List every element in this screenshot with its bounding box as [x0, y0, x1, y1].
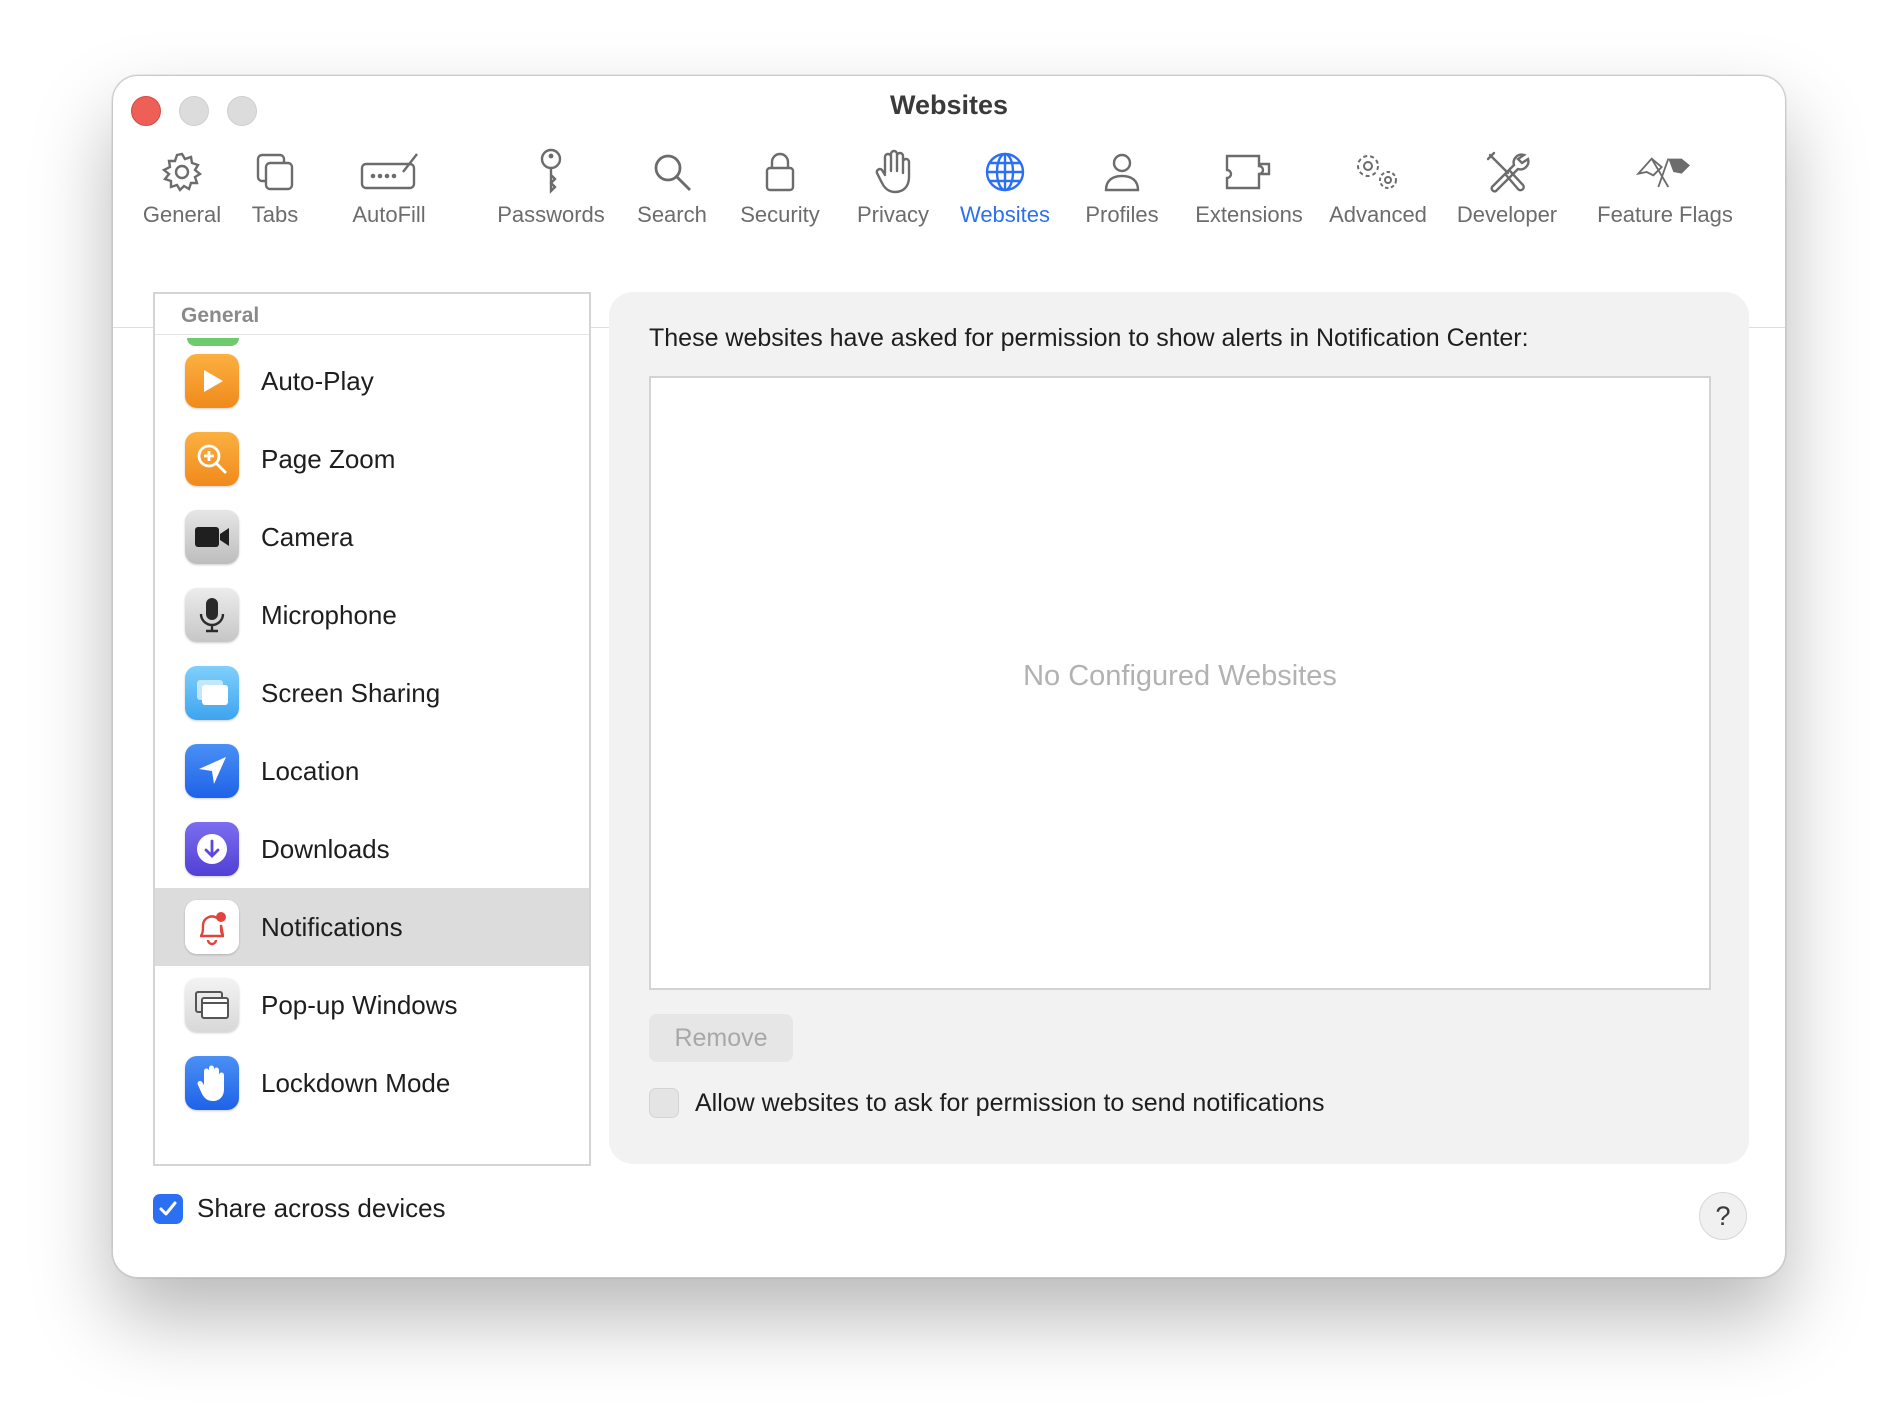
tab-profiles-label: Profiles: [1085, 202, 1159, 227]
tab-general[interactable]: General: [129, 144, 235, 244]
puzzle-icon: [1219, 144, 1279, 200]
tab-general-label: General: [142, 202, 222, 227]
share-across-devices-row[interactable]: Share across devices: [153, 1193, 446, 1224]
help-button[interactable]: ?: [1699, 1192, 1747, 1240]
autofill-icon: [359, 144, 419, 200]
tab-websites-label: Websites: [959, 202, 1051, 227]
tab-search-label: Search: [637, 202, 707, 227]
sidebar-item-label: Lockdown Mode: [261, 1067, 451, 1098]
sidebar-item-label: Screen Sharing: [261, 677, 441, 708]
tab-extensions-label: Extensions: [1195, 202, 1303, 227]
sidebar-item-label: Location: [261, 755, 360, 786]
sidebar-item-auto-play[interactable]: Auto-Play: [155, 342, 589, 420]
configured-websites-list[interactable]: No Configured Websites: [649, 376, 1711, 990]
sidebar-item-label: Downloads: [261, 833, 390, 864]
empty-list-message: No Configured Websites: [1023, 660, 1337, 692]
raised-hand-icon: [185, 1056, 239, 1110]
website-settings-sidebar[interactable]: General Auto-Play Page Zoom Camera Micro…: [153, 292, 591, 1166]
bell-icon: [185, 900, 239, 954]
tab-autofill[interactable]: AutoFill: [341, 144, 437, 244]
gears-icon: [1348, 144, 1408, 200]
key-icon: [521, 144, 581, 200]
tab-profiles[interactable]: Profiles: [1081, 144, 1163, 244]
share-across-devices-checkbox[interactable]: [153, 1193, 183, 1224]
sidebar-list: Auto-Play Page Zoom Camera Microphone Sc…: [155, 342, 589, 1122]
location-arrow-icon: [185, 744, 239, 798]
share-across-devices-label: Share across devices: [197, 1193, 446, 1223]
search-icon: [642, 144, 702, 200]
sidebar-item-microphone[interactable]: Microphone: [155, 576, 589, 654]
sidebar-item-label: Notifications: [261, 911, 403, 942]
sidebar-item-label: Page Zoom: [261, 443, 396, 474]
screen-sharing-icon: [185, 666, 239, 720]
popup-window-icon: [185, 978, 239, 1032]
sidebar-item-pop-up-windows[interactable]: Pop-up Windows: [155, 966, 589, 1044]
tab-advanced-label: Advanced: [1329, 202, 1427, 227]
sidebar-item-lockdown-mode[interactable]: Lockdown Mode: [155, 1044, 589, 1122]
camera-icon: [185, 510, 239, 564]
tab-feature-flags-label: Feature Flags: [1597, 202, 1733, 227]
tab-passwords-label: Passwords: [497, 202, 605, 227]
panel-description: These websites have asked for permission…: [649, 324, 1529, 352]
gear-icon: [152, 144, 212, 200]
tab-tabs[interactable]: Tabs: [239, 144, 311, 244]
tab-websites[interactable]: Websites: [945, 138, 1065, 244]
sidebar-item-label: Pop-up Windows: [261, 989, 458, 1020]
tab-developer-label: Developer: [1456, 202, 1558, 227]
tab-passwords[interactable]: Passwords: [487, 144, 615, 244]
tab-privacy-label: Privacy: [856, 202, 930, 227]
notifications-panel: These websites have asked for permission…: [609, 292, 1749, 1164]
download-icon: [185, 822, 239, 876]
sidebar-item-label: Camera: [261, 521, 354, 552]
tab-tabs-label: Tabs: [251, 202, 299, 227]
sidebar-item-label: Auto-Play: [261, 365, 374, 396]
sidebar-item-camera[interactable]: Camera: [155, 498, 589, 576]
tab-extensions[interactable]: Extensions: [1191, 144, 1307, 244]
tab-feature-flags[interactable]: Feature Flags: [1591, 144, 1739, 244]
allow-notifications-row[interactable]: Allow websites to ask for permission to …: [649, 1088, 1324, 1118]
preferences-window: Websites General Tabs AutoFill Passwords: [112, 75, 1786, 1278]
zoom-icon: [185, 432, 239, 486]
allow-notifications-checkbox[interactable]: [649, 1088, 679, 1118]
sidebar-item-label: Microphone: [261, 599, 397, 630]
lock-icon: [750, 144, 810, 200]
remove-button[interactable]: Remove: [649, 1014, 793, 1062]
flags-icon: [1635, 144, 1695, 200]
microphone-icon: [185, 588, 239, 642]
tab-security-label: Security: [740, 202, 820, 227]
window-title: Websites: [889, 90, 1009, 120]
tab-autofill-label: AutoFill: [352, 202, 426, 227]
sidebar-section-header: General: [155, 294, 589, 335]
sidebar-item-notifications[interactable]: Notifications: [155, 888, 589, 966]
tabs-icon: [245, 144, 305, 200]
allow-notifications-label: Allow websites to ask for permission to …: [695, 1088, 1325, 1117]
globe-icon: [975, 144, 1035, 200]
tab-privacy[interactable]: Privacy: [847, 144, 939, 244]
sidebar-item-page-zoom[interactable]: Page Zoom: [155, 420, 589, 498]
tools-icon: [1477, 144, 1537, 200]
tab-search[interactable]: Search: [629, 144, 715, 244]
person-icon: [1092, 144, 1152, 200]
sidebar-item-screen-sharing[interactable]: Screen Sharing: [155, 654, 589, 732]
hand-icon: [863, 144, 923, 200]
tab-security[interactable]: Security: [731, 144, 829, 244]
tab-developer[interactable]: Developer: [1453, 144, 1561, 244]
checkmark-icon: [159, 1201, 177, 1215]
sidebar-item-downloads[interactable]: Downloads: [155, 810, 589, 888]
play-icon: [185, 354, 239, 408]
tab-advanced[interactable]: Advanced: [1325, 144, 1431, 244]
sidebar-item-location[interactable]: Location: [155, 732, 589, 810]
